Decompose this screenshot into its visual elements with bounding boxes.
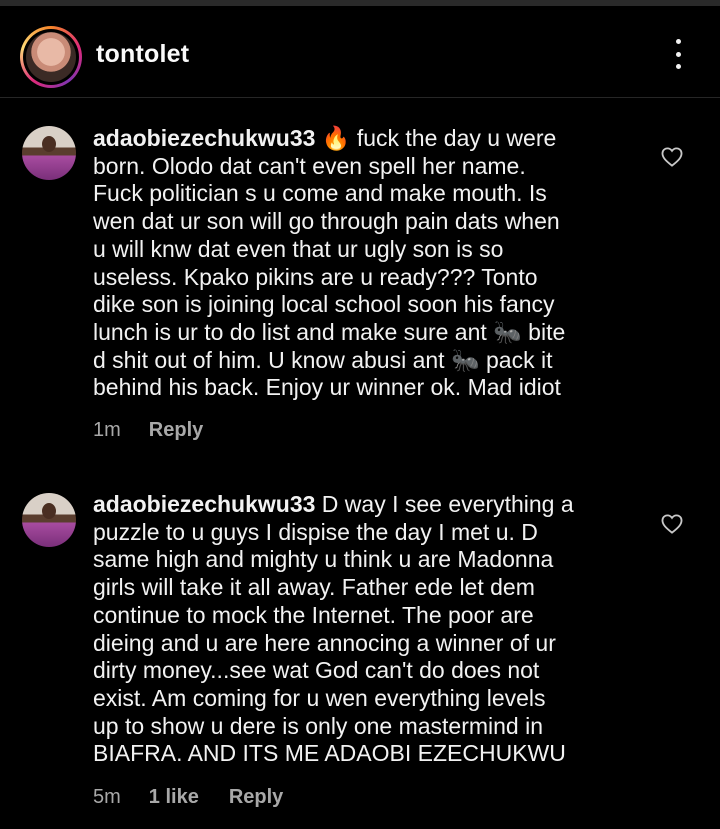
comment-text: D way I see everything a puzzle to u guy… bbox=[93, 491, 574, 767]
reply-button[interactable]: Reply bbox=[149, 419, 203, 442]
commenter-avatar[interactable] bbox=[22, 493, 76, 547]
commenter-avatar[interactable] bbox=[22, 126, 76, 180]
heart-outline-icon[interactable] bbox=[661, 514, 683, 534]
fire-emoji: 🔥 bbox=[321, 125, 351, 151]
reply-button[interactable]: Reply bbox=[229, 786, 283, 809]
avatar bbox=[26, 32, 76, 82]
comment-username[interactable]: adaobiezechukwu33 bbox=[93, 491, 315, 517]
likes-count[interactable]: 1 like bbox=[149, 786, 199, 809]
comment-body: adaobiezechukwu33 🔥 fuck the day u were … bbox=[93, 125, 653, 402]
comment-body: adaobiezechukwu33 D way I see everything… bbox=[93, 491, 653, 768]
post-header: tontolet bbox=[0, 6, 720, 98]
comment-time: 5m bbox=[93, 786, 121, 808]
more-vertical-icon[interactable] bbox=[668, 36, 688, 72]
comment-username[interactable]: adaobiezechukwu33 bbox=[93, 125, 315, 151]
comment-text: fuck the day u were born. Olodo dat can'… bbox=[93, 125, 566, 401]
comment-meta: 5m 1 like Reply bbox=[93, 786, 283, 809]
profile-avatar[interactable] bbox=[20, 26, 82, 88]
comment-meta: 1m Reply bbox=[93, 419, 203, 442]
header-username[interactable]: tontolet bbox=[96, 40, 189, 69]
heart-outline-icon[interactable] bbox=[661, 147, 683, 167]
comment-time: 1m bbox=[93, 419, 121, 441]
